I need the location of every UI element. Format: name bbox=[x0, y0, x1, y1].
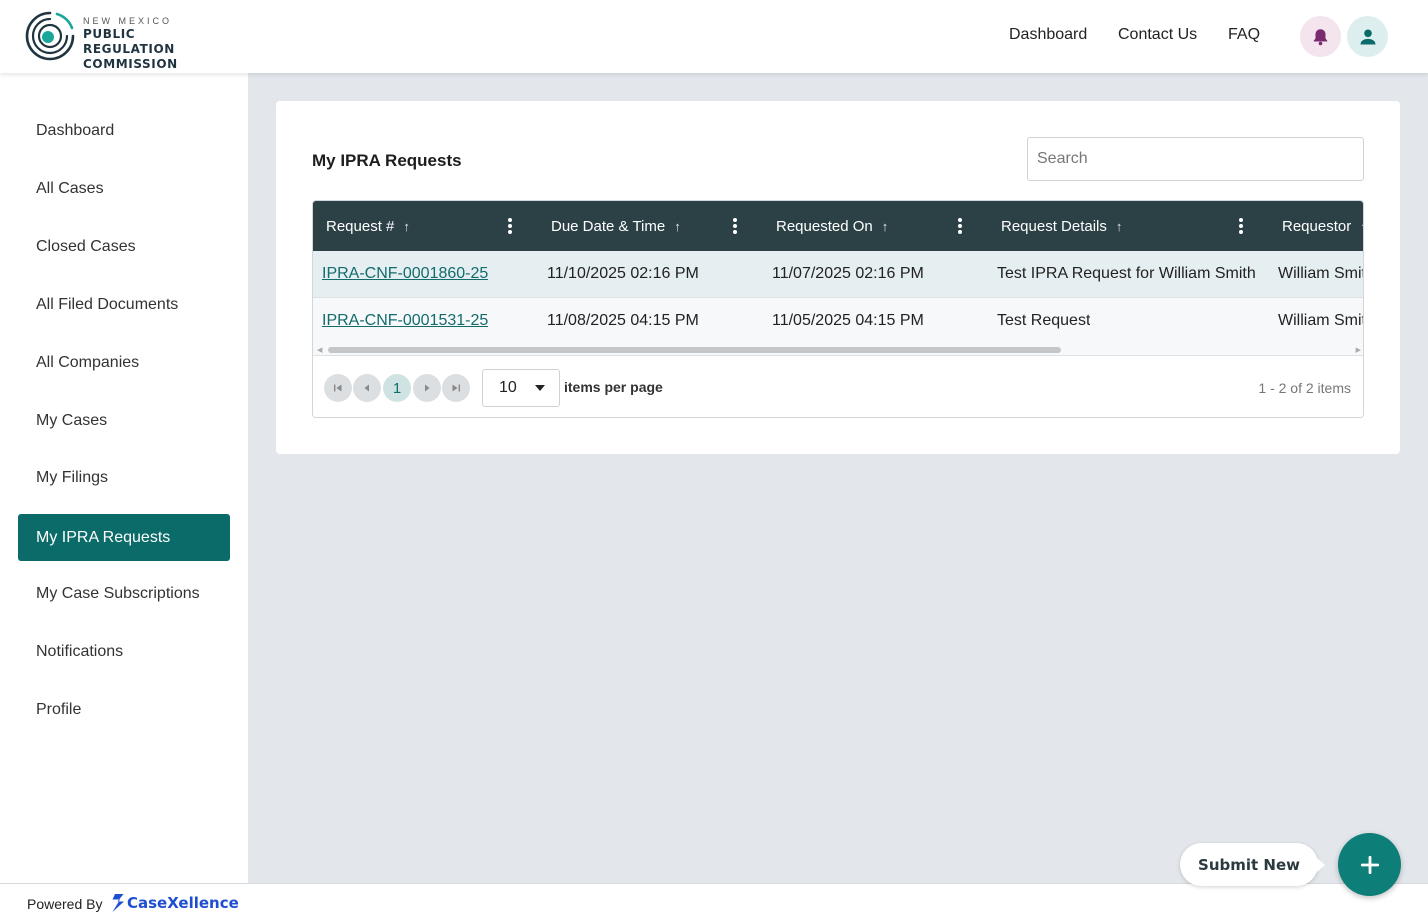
scroll-right-arrow-icon[interactable]: ▶ bbox=[1356, 346, 1361, 354]
sidebar-item-my-ipra-requests[interactable]: My IPRA Requests bbox=[18, 514, 230, 561]
notifications-button[interactable] bbox=[1300, 16, 1341, 57]
sidebar-nav: Dashboard All Cases Closed Cases All Fil… bbox=[0, 73, 248, 883]
page-size-value: 10 bbox=[499, 379, 517, 396]
plus-icon bbox=[1360, 855, 1379, 874]
powered-by-label: Powered By bbox=[27, 896, 103, 912]
scrollbar-thumb[interactable] bbox=[328, 347, 1061, 353]
sidebar-item-all-cases[interactable]: All Cases bbox=[18, 165, 230, 212]
column-header-requested-on[interactable]: Requested On ↑ bbox=[776, 201, 888, 251]
submit-new-label[interactable]: Submit New bbox=[1180, 843, 1325, 886]
request-details-cell: Test Request bbox=[997, 312, 1091, 329]
top-header: NEW MEXICO PUBLIC REGULATION COMMISSION … bbox=[0, 0, 1428, 73]
sort-arrow-up-icon[interactable]: ↑ bbox=[1360, 219, 1363, 234]
sidebar-item-profile[interactable]: Profile bbox=[18, 686, 230, 733]
topnav-faq[interactable]: FAQ bbox=[1228, 26, 1260, 44]
caret-down-icon bbox=[535, 385, 545, 391]
sort-arrow-up-icon[interactable]: ↑ bbox=[1116, 219, 1123, 234]
column-menu-kebab-icon[interactable] bbox=[1235, 216, 1247, 236]
submit-new-button[interactable] bbox=[1338, 833, 1401, 896]
column-header-label: Requested On bbox=[776, 217, 873, 235]
due-date-cell: 11/10/2025 02:16 PM bbox=[547, 265, 699, 282]
column-menu-kebab-icon[interactable] bbox=[954, 216, 966, 236]
horizontal-scrollbar[interactable]: ◀ ▶ bbox=[313, 344, 1363, 356]
page-title: My IPRA Requests bbox=[312, 151, 462, 170]
column-header-label: Due Date & Time bbox=[551, 217, 666, 235]
request-details-cell: Test IPRA Request for William Smith bbox=[997, 265, 1256, 282]
sidebar-item-all-companies[interactable]: All Companies bbox=[18, 339, 230, 386]
column-header-request-details[interactable]: Request Details ↑ bbox=[1001, 201, 1122, 251]
topnav-dashboard[interactable]: Dashboard bbox=[1009, 26, 1087, 44]
footer: Powered By CaseXellence bbox=[0, 883, 1428, 923]
sidebar-item-closed-cases[interactable]: Closed Cases bbox=[18, 223, 230, 270]
user-icon bbox=[1360, 29, 1375, 44]
due-date-cell: 11/08/2025 04:15 PM bbox=[547, 312, 699, 329]
sort-arrow-up-icon[interactable]: ↑ bbox=[403, 219, 410, 234]
casexellence-logo[interactable]: CaseXellence bbox=[111, 893, 239, 913]
table-row[interactable]: IPRA-CNF-0001860-25 11/10/2025 02:16 PM … bbox=[313, 251, 1363, 298]
ipra-requests-grid: Request # ↑ Due Date & Time ↑ Requested On… bbox=[312, 200, 1364, 418]
logo-line-3: COMMISSION bbox=[83, 57, 178, 71]
column-header-request-number[interactable]: Request # ↑ bbox=[326, 201, 410, 251]
page-1-button[interactable]: 1 bbox=[383, 374, 411, 402]
items-per-page-label: items per page bbox=[564, 379, 663, 395]
column-header-due-date[interactable]: Due Date & Time ↑ bbox=[551, 201, 681, 251]
column-header-label: Requestor bbox=[1282, 217, 1352, 235]
previous-page-icon[interactable] bbox=[353, 374, 381, 402]
page-size-dropdown[interactable]: 10 bbox=[482, 369, 560, 407]
column-menu-kebab-icon[interactable] bbox=[504, 216, 516, 236]
grid-pager: 1 10 items per page 1 - 2 of 2 items bbox=[313, 357, 1363, 417]
sort-arrow-up-icon[interactable]: ↑ bbox=[674, 219, 681, 234]
column-menu-kebab-icon[interactable] bbox=[729, 216, 741, 236]
ipra-requests-card: My IPRA Requests Request # ↑ Due Date & T… bbox=[276, 101, 1400, 454]
requested-on-cell: 11/05/2025 04:15 PM bbox=[772, 312, 924, 329]
first-page-icon[interactable] bbox=[324, 374, 352, 402]
next-page-icon[interactable] bbox=[413, 374, 441, 402]
brand-name: CaseXellence bbox=[127, 894, 239, 912]
requestor-cell: William Smith bbox=[1278, 265, 1363, 282]
bell-icon bbox=[1313, 28, 1328, 45]
pager-info: 1 - 2 of 2 items bbox=[1258, 380, 1351, 396]
commission-logo-icon bbox=[25, 11, 75, 61]
requestor-cell: William Smith bbox=[1278, 312, 1363, 329]
request-number-link[interactable]: IPRA-CNF-0001531-25 bbox=[322, 298, 488, 344]
sidebar-item-all-filed-documents[interactable]: All Filed Documents bbox=[18, 281, 230, 328]
sort-arrow-up-icon[interactable]: ↑ bbox=[882, 219, 889, 234]
sidebar-item-notifications[interactable]: Notifications bbox=[18, 628, 230, 675]
casexellence-mark-icon bbox=[112, 894, 124, 912]
table-row[interactable]: IPRA-CNF-0001531-25 11/08/2025 04:15 PM … bbox=[313, 298, 1363, 345]
sidebar-item-my-cases[interactable]: My Cases bbox=[18, 397, 230, 444]
nmprc-logo[interactable]: NEW MEXICO PUBLIC REGULATION COMMISSION bbox=[24, 10, 224, 71]
grid-header: Request # ↑ Due Date & Time ↑ Requested On… bbox=[313, 201, 1363, 251]
sidebar-item-dashboard[interactable]: Dashboard bbox=[18, 107, 230, 154]
topnav-contact-us[interactable]: Contact Us bbox=[1118, 26, 1197, 44]
column-header-requestor[interactable]: Requestor ↑ bbox=[1282, 201, 1363, 251]
request-number-link[interactable]: IPRA-CNF-0001860-25 bbox=[322, 251, 488, 297]
logo-line-1: NEW MEXICO bbox=[83, 16, 173, 26]
scroll-left-arrow-icon[interactable]: ◀ bbox=[317, 346, 322, 354]
profile-button[interactable] bbox=[1347, 16, 1388, 57]
sidebar-item-my-case-subscriptions[interactable]: My Case Subscriptions bbox=[18, 570, 230, 617]
sidebar-item-my-filings[interactable]: My Filings bbox=[18, 454, 230, 501]
search-input[interactable] bbox=[1027, 137, 1364, 181]
last-page-icon[interactable] bbox=[442, 374, 470, 402]
column-header-label: Request # bbox=[326, 217, 395, 235]
logo-line-2: PUBLIC REGULATION bbox=[83, 27, 175, 56]
requested-on-cell: 11/07/2025 02:16 PM bbox=[772, 265, 924, 282]
column-header-label: Request Details bbox=[1001, 217, 1107, 235]
logo-wordmark: NEW MEXICO PUBLIC REGULATION COMMISSION bbox=[83, 16, 224, 72]
